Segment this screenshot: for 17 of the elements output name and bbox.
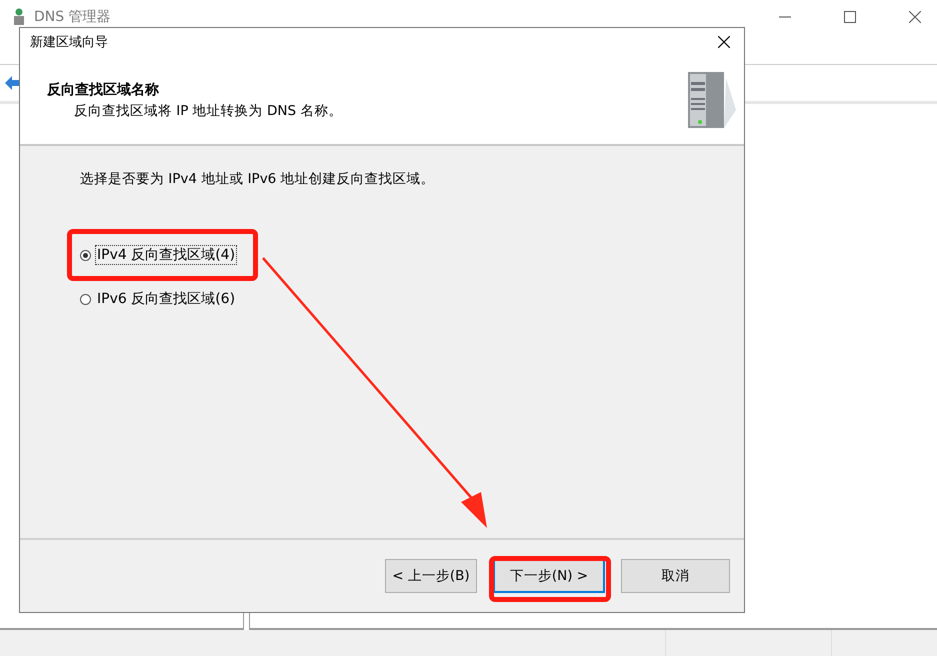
header-title: 反向查找区域名称	[47, 80, 160, 98]
close-icon[interactable]	[718, 36, 730, 48]
close-icon[interactable]	[909, 11, 921, 23]
radio-option[interactable]: IPv6 反向查找区域(6)	[80, 289, 238, 309]
maximize-icon[interactable]	[844, 11, 856, 23]
wizard-button[interactable]: 下一步(N) >	[493, 559, 605, 593]
window-title: DNS 管理器	[34, 8, 111, 26]
instruction-text: 选择是否要为 IPv4 地址或 IPv6 地址创建反向查找区域。	[80, 170, 436, 188]
radio-button[interactable]	[80, 294, 91, 304]
radio-button[interactable]	[80, 250, 91, 260]
header-subtitle: 反向查找区域将 IP 地址转换为 DNS 名称。	[73, 102, 342, 120]
back-arrow-icon[interactable]	[4, 75, 20, 91]
dialog-title: 新建区域向导	[30, 34, 108, 51]
wizard-button[interactable]: 取消	[621, 559, 730, 593]
server-icon	[12, 8, 26, 26]
wizard-button[interactable]: < 上一步(B)	[385, 559, 477, 593]
server-icon	[686, 70, 738, 130]
